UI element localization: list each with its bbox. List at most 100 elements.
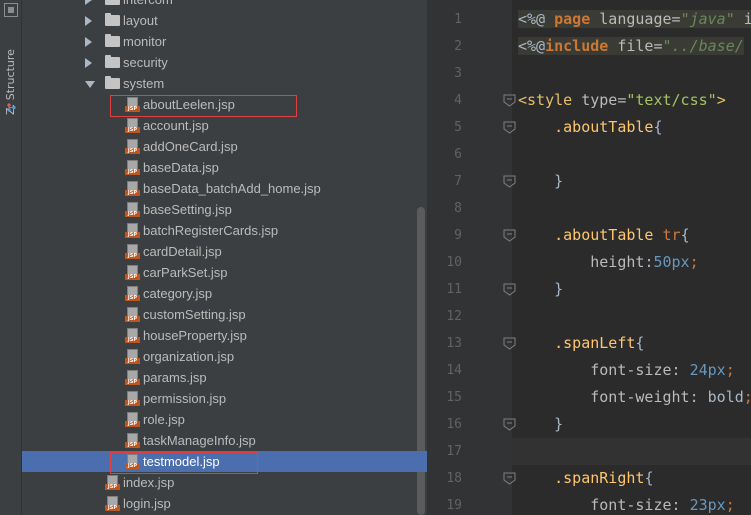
jsp-file-icon: JSP <box>125 328 140 344</box>
code-token: ; <box>725 361 735 379</box>
tree-file[interactable]: JSP houseProperty.jsp <box>22 325 427 346</box>
code-line[interactable]: } <box>518 276 563 303</box>
tree-file[interactable]: JSP batchRegisterCards.jsp <box>22 220 427 241</box>
fold-marker-icon[interactable] <box>503 229 516 242</box>
line-number: 1 <box>454 12 462 27</box>
tree-file[interactable]: JSP permission.jsp <box>22 388 427 409</box>
tree-item-label: security <box>123 55 168 70</box>
project-tree[interactable]: intercomlayoutmonitorsecuritysystemJSPab… <box>22 0 427 515</box>
code-token: "text/css" <box>626 91 717 109</box>
fold-marker-icon[interactable] <box>503 472 516 485</box>
code-token: > <box>716 91 726 109</box>
fold-marker-icon[interactable] <box>503 283 516 296</box>
code-line[interactable]: <%@include file="../base/ <box>518 33 744 60</box>
jsp-file-icon: JSP <box>125 391 140 407</box>
tree-item-label: index.jsp <box>123 475 175 490</box>
folder-icon <box>105 0 120 5</box>
code-token: include <box>545 37 618 55</box>
tree-folder[interactable]: monitor <box>22 31 427 52</box>
code-token: { <box>653 118 663 136</box>
tree-file[interactable]: JSP addOneCard.jsp <box>22 136 427 157</box>
line-number: 18 <box>446 471 462 486</box>
chevron-down-icon[interactable] <box>85 81 95 88</box>
tree-file[interactable]: JSP baseData_batchAdd_home.jsp <box>22 178 427 199</box>
code-token: type= <box>581 91 627 109</box>
line-number: 14 <box>446 363 462 378</box>
code-token: i <box>743 10 751 28</box>
code-line[interactable]: font-size: 23px; <box>518 492 735 515</box>
tree-file[interactable]: JSP taskManageInfo.jsp <box>22 430 427 451</box>
code-line[interactable]: .aboutTable{ <box>518 114 663 141</box>
code-line[interactable]: font-weight: bold; <box>518 384 751 411</box>
code-line[interactable]: height:50px; <box>518 249 698 276</box>
code-token: ; <box>725 496 735 514</box>
tree-file[interactable]: JSP role.jsp <box>22 409 427 430</box>
chevron-right-icon[interactable] <box>85 58 92 68</box>
fold-marker-icon[interactable] <box>503 418 516 431</box>
jsp-file-icon: JSP <box>125 307 140 323</box>
code-token: language= <box>599 10 681 28</box>
fold-marker-icon[interactable] <box>503 175 516 188</box>
jsp-file-icon: JSP <box>125 160 140 176</box>
tree-folder[interactable]: system <box>22 73 427 94</box>
tree-folder[interactable]: security <box>22 52 427 73</box>
chevron-right-icon[interactable] <box>85 37 92 47</box>
code-token: page <box>554 10 600 28</box>
code-line[interactable]: .spanLeft{ <box>518 330 644 357</box>
chevron-right-icon[interactable] <box>85 16 92 26</box>
tree-file[interactable]: JSP customSetting.jsp <box>22 304 427 325</box>
code-line[interactable]: <%@ page language="java" i <box>518 6 751 33</box>
line-number: 4 <box>454 93 462 108</box>
line-number: 5 <box>454 120 462 135</box>
jsp-file-icon: JSP <box>125 349 140 365</box>
line-number: 12 <box>446 309 462 324</box>
tree-item-label: params.jsp <box>143 370 207 385</box>
code-line[interactable]: font-size: 24px; <box>518 357 735 384</box>
code-line[interactable]: <style type="text/css"> <box>518 87 726 114</box>
tree-folder[interactable]: intercom <box>22 0 427 10</box>
fold-marker-icon[interactable] <box>503 121 516 134</box>
code-line[interactable]: } <box>518 411 563 438</box>
jsp-file-icon: JSP <box>105 496 120 512</box>
tree-item-label: role.jsp <box>143 412 185 427</box>
tree-file[interactable]: JSP carParkSet.jsp <box>22 262 427 283</box>
code-line[interactable]: .spanRight{ <box>518 465 653 492</box>
tree-item-label: cardDetail.jsp <box>143 244 222 259</box>
code-token: font-size <box>590 361 672 379</box>
tree-item-label: taskManageInfo.jsp <box>143 433 256 448</box>
code-token: .spanRight <box>554 469 645 487</box>
project-icon[interactable] <box>4 3 18 17</box>
code-token: tr <box>662 226 681 244</box>
tree-file[interactable]: JSP login.jsp <box>22 493 427 514</box>
tree-folder[interactable]: layout <box>22 10 427 31</box>
structure-tab[interactable]: Z: Structure <box>2 35 20 115</box>
jsp-file-icon: JSP <box>125 202 140 218</box>
tree-file[interactable]: JSP params.jsp <box>22 367 427 388</box>
code-line[interactable]: } <box>518 168 563 195</box>
tree-file[interactable]: JSP baseData.jsp <box>22 157 427 178</box>
code-token: .aboutTable <box>554 226 663 244</box>
code-editor[interactable]: 1 2 3 4 5 6 7 8 9 10 11 12 13 14 15 16 17 18 19 <%@ page l… <box>427 0 751 515</box>
tree-file[interactable]: JSP index.jsp <box>22 472 427 493</box>
folder-icon <box>105 76 120 89</box>
tree-file[interactable]: JSP baseSetting.jsp <box>22 199 427 220</box>
folder-icon <box>105 34 120 47</box>
tree-item-label: houseProperty.jsp <box>143 328 247 343</box>
tree-item-label: permission.jsp <box>143 391 227 406</box>
code-line[interactable]: .aboutTable tr{ <box>518 222 689 249</box>
fold-marker-icon[interactable] <box>503 94 516 107</box>
fold-marker-icon[interactable] <box>503 337 516 350</box>
tree-file[interactable]: JSP organization.jsp <box>22 346 427 367</box>
chevron-right-icon[interactable] <box>85 0 92 5</box>
code-token: "../base/ <box>662 37 744 55</box>
tree-file[interactable]: JSP account.jsp <box>22 115 427 136</box>
line-number: 16 <box>446 417 462 432</box>
code-token: 50px <box>653 253 690 271</box>
jsp-file-icon: JSP <box>105 475 120 491</box>
editor-gutter[interactable]: 1 2 3 4 5 6 7 8 9 10 11 12 13 14 15 16 17 18 19 <box>428 0 516 515</box>
tree-file[interactable]: JSP category.jsp <box>22 283 427 304</box>
code-token: .spanLeft <box>554 334 636 352</box>
tree-file[interactable]: JSP cardDetail.jsp <box>22 241 427 262</box>
